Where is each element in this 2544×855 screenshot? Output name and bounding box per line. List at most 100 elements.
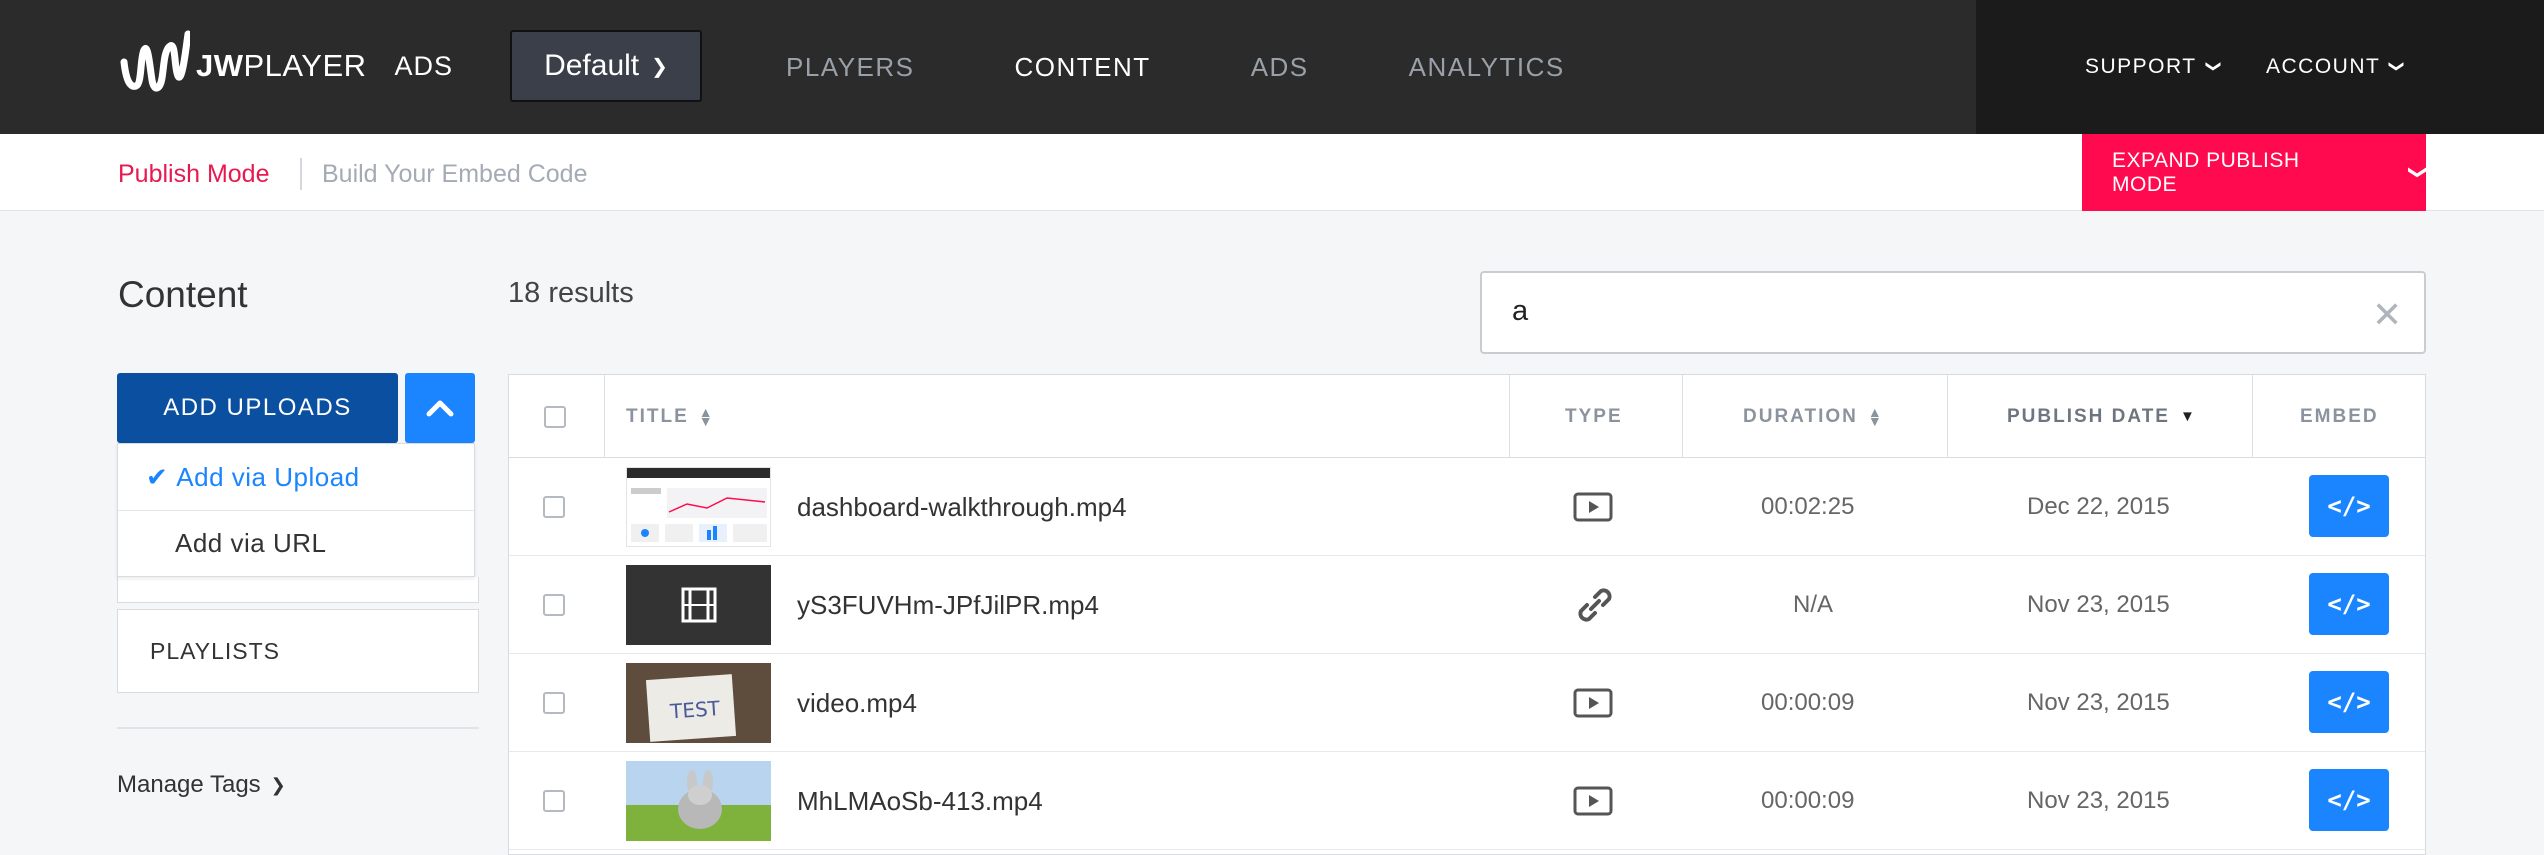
embed-code-button[interactable]: </> — [2309, 573, 2389, 635]
add-uploads-button[interactable]: ADD UPLOADS — [117, 373, 398, 443]
chevron-down-icon: ❯ — [2408, 164, 2429, 181]
content-table: TITLE ▲ ▼ TYPE DURATION ▲ ▼ PUBLISH DATE ▼… — [508, 374, 2426, 855]
column-publish-date-label: PUBLISH DATE — [2007, 405, 2170, 427]
video-thumbnail[interactable] — [626, 565, 771, 645]
main-nav: PLAYERS CONTENT ADS ANALYTICS — [786, 0, 1665, 134]
table-header: TITLE ▲ ▼ TYPE DURATION ▲ ▼ PUBLISH DATE ▼… — [509, 375, 2425, 458]
link-type-icon — [1573, 556, 1617, 654]
chevron-up-icon — [426, 400, 454, 417]
player-select-dropdown[interactable]: Default ❯ — [510, 30, 702, 102]
embed-code-button[interactable]: </> — [2309, 671, 2389, 733]
utility-nav-area — [1976, 0, 2544, 134]
expand-publish-mode-button[interactable]: EXPAND PUBLISH MODE ❯ — [2082, 134, 2429, 211]
row-checkbox[interactable] — [543, 752, 565, 850]
video-duration: 00:00:09 — [1761, 689, 1855, 716]
video-duration: 00:00:09 — [1761, 787, 1855, 814]
nav-ads[interactable]: ADS — [1251, 52, 1309, 83]
embed-code-button[interactable]: </> — [2309, 769, 2389, 831]
support-label: SUPPORT — [2085, 55, 2197, 78]
build-embed-code-tab[interactable]: Build Your Embed Code — [322, 160, 587, 189]
column-header-duration[interactable]: DURATION ▲ ▼ — [1743, 375, 1884, 458]
search-input-value: a — [1512, 295, 1529, 327]
column-title-label: TITLE — [626, 405, 689, 427]
divider — [1682, 375, 1683, 458]
player-select-value: Default — [544, 49, 640, 82]
chevron-right-icon: ❯ — [270, 774, 286, 795]
video-thumbnail[interactable]: TEST — [626, 663, 771, 743]
table-row[interactable]: MhLMAoSb-413.mp4 00:00:09 Nov 23, 2015 <… — [509, 752, 2425, 850]
upload-options-toggle-button[interactable] — [405, 373, 475, 443]
column-header-title[interactable]: TITLE ▲ ▼ — [626, 375, 715, 458]
bunny-thumbnail-image — [626, 761, 771, 841]
video-thumbnail[interactable] — [626, 761, 771, 841]
row-checkbox[interactable] — [543, 458, 565, 556]
add-via-upload-label: Add via Upload — [176, 461, 360, 492]
manage-tags-label: Manage Tags — [117, 771, 261, 798]
column-header-embed: EMBED — [2300, 405, 2379, 427]
publish-date: Nov 23, 2015 — [2027, 787, 2170, 814]
video-title[interactable]: dashboard-walkthrough.mp4 — [797, 458, 1127, 556]
chevron-down-icon: ❯ — [2204, 59, 2222, 75]
dashboard-thumbnail-image — [627, 468, 770, 542]
sidebar-item-playlists[interactable]: PLAYLISTS — [117, 609, 479, 693]
divider — [604, 375, 605, 458]
jwplayer-logo[interactable]: JWPLAYER ADS — [118, 28, 453, 104]
logo-wordmark: JWPLAYER — [196, 48, 367, 83]
publish-mode-tab[interactable]: Publish Mode — [118, 160, 269, 189]
divider — [300, 158, 302, 190]
upload-options-dropdown: ✔ Add via Upload Add via URL — [117, 443, 475, 577]
column-header-publish-date[interactable]: PUBLISH DATE ▼ — [2007, 375, 2197, 458]
close-icon[interactable]: ✕ — [2372, 294, 2402, 336]
video-duration: N/A — [1793, 591, 1834, 618]
checkmark-icon: ✔ — [146, 461, 169, 492]
nav-content[interactable]: CONTENT — [1015, 52, 1151, 83]
add-via-upload-option[interactable]: ✔ Add via Upload — [118, 444, 474, 510]
page-title: Content — [118, 274, 248, 315]
checkbox[interactable] — [544, 405, 566, 428]
nav-analytics[interactable]: ANALYTICS — [1409, 52, 1565, 83]
video-thumbnail[interactable] — [626, 467, 771, 547]
checkbox[interactable] — [543, 692, 565, 714]
account-menu[interactable]: ACCOUNT ❯ — [2266, 0, 2406, 134]
divider — [1509, 375, 1510, 458]
embed-code-button[interactable]: </> — [2309, 475, 2389, 537]
video-type-icon — [1573, 654, 1613, 752]
video-title[interactable]: yS3FUVHm-JPfJilPR.mp4 — [797, 556, 1099, 654]
sort-descending-icon: ▼ — [2179, 408, 2197, 425]
add-via-url-option[interactable]: Add via URL — [118, 510, 474, 576]
divider — [1947, 375, 1948, 458]
svg-text:TEST: TEST — [668, 696, 721, 724]
video-title[interactable]: video.mp4 — [797, 654, 917, 752]
publish-date: Nov 23, 2015 — [2027, 689, 2170, 716]
nav-players[interactable]: PLAYERS — [786, 52, 915, 83]
test-paper-thumbnail-image: TEST — [626, 663, 771, 743]
column-duration-label: DURATION — [1743, 405, 1858, 427]
jwplayer-logo-icon — [120, 30, 190, 92]
checkbox[interactable] — [543, 496, 565, 518]
divider — [117, 727, 479, 729]
publish-date: Dec 22, 2015 — [2027, 493, 2170, 520]
checkbox[interactable] — [543, 790, 565, 812]
product-label: ADS — [394, 50, 454, 81]
results-count: 18 results — [508, 277, 634, 309]
checkbox[interactable] — [543, 594, 565, 616]
select-all-checkbox[interactable] — [544, 375, 566, 458]
table-row[interactable]: TEST video.mp4 00:00:09 Nov 23, 2015 </> — [509, 654, 2425, 752]
video-type-icon — [1573, 458, 1613, 556]
row-checkbox[interactable] — [543, 556, 565, 654]
film-icon — [626, 565, 771, 645]
manage-tags-link[interactable]: Manage Tags ❯ — [117, 771, 286, 799]
search-input[interactable] — [1480, 271, 2426, 354]
chevron-down-icon: ❯ — [651, 55, 668, 78]
divider — [2252, 375, 2253, 458]
table-row[interactable]: dashboard-walkthrough.mp4 00:02:25 Dec 2… — [509, 458, 2425, 556]
table-row[interactable]: yS3FUVHm-JPfJilPR.mp4 N/A Nov 23, 2015 <… — [509, 556, 2425, 654]
publish-date: Nov 23, 2015 — [2027, 591, 2170, 618]
row-checkbox[interactable] — [543, 654, 565, 752]
account-label: ACCOUNT — [2266, 55, 2381, 78]
chevron-down-icon: ❯ — [2388, 59, 2406, 75]
video-duration: 00:02:25 — [1761, 493, 1855, 520]
video-title[interactable]: MhLMAoSb-413.mp4 — [797, 752, 1043, 850]
add-via-url-label: Add via URL — [175, 528, 327, 558]
support-menu[interactable]: SUPPORT ❯ — [2085, 0, 2222, 134]
